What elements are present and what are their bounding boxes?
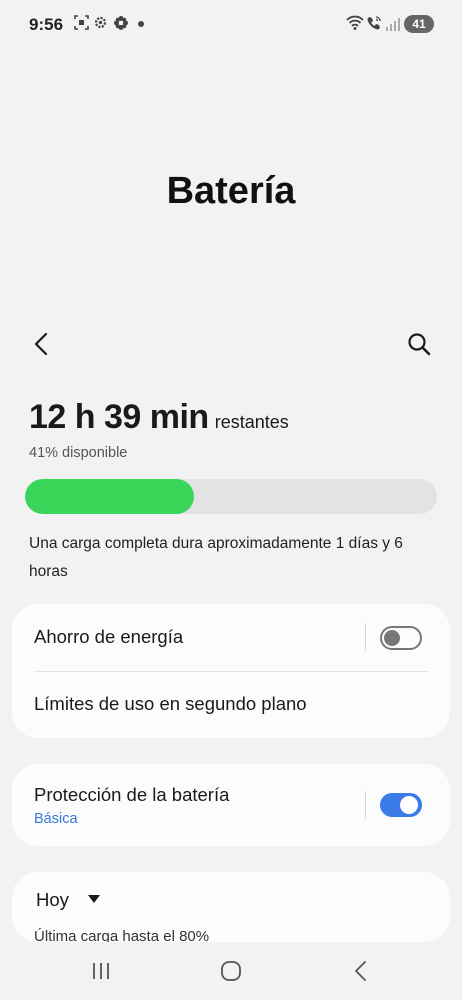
recents-button[interactable] bbox=[86, 958, 116, 984]
power-saving-label: Ahorro de energía bbox=[34, 626, 184, 647]
navigation-bar bbox=[0, 942, 462, 1000]
search-button[interactable] bbox=[405, 330, 433, 358]
power-saving-toggle[interactable] bbox=[380, 626, 422, 650]
chevron-left-icon bbox=[34, 332, 48, 356]
battery-protection-label: Protección de la batería bbox=[34, 784, 230, 805]
search-icon bbox=[408, 333, 431, 356]
flower-icon bbox=[113, 15, 129, 36]
status-time: 9:56 bbox=[29, 15, 64, 34]
home-button[interactable] bbox=[216, 958, 246, 984]
divider bbox=[365, 791, 366, 819]
usage-card: Hoy Última carga hasta el 80% bbox=[12, 872, 450, 942]
last-charge-text: Última carga hasta el 80% bbox=[34, 928, 210, 942]
battery-level-badge: 41 bbox=[404, 15, 434, 33]
time-remaining-value: 12 h 39 min bbox=[29, 398, 209, 436]
dot-icon bbox=[138, 21, 144, 27]
screenshot-icon bbox=[74, 15, 89, 35]
page-title: Batería bbox=[166, 170, 296, 212]
call-icon bbox=[366, 15, 382, 36]
battery-protection-value: Básica bbox=[34, 811, 78, 827]
battery-protection-toggle[interactable] bbox=[380, 793, 422, 817]
home-icon bbox=[221, 961, 241, 981]
time-remaining-label: restantes bbox=[214, 412, 289, 432]
power-saving-row[interactable]: Ahorro de energía bbox=[12, 604, 450, 671]
battery-available: 41% disponible bbox=[29, 445, 128, 461]
back-button[interactable] bbox=[28, 330, 56, 358]
battery-protection-card[interactable]: Protección de la batería Básica bbox=[12, 764, 450, 846]
full-charge-note: Una carga completa dura aproximadamente … bbox=[29, 535, 403, 580]
recents-icon bbox=[93, 963, 109, 979]
back-icon bbox=[355, 961, 366, 981]
background-limits-row[interactable]: Límites de uso en segundo plano bbox=[12, 672, 450, 738]
background-limits-label: Límites de uso en segundo plano bbox=[34, 693, 307, 714]
signal-icon bbox=[386, 16, 400, 37]
nav-back-button[interactable] bbox=[346, 958, 376, 984]
time-remaining: 12 h 39 min restantes bbox=[29, 398, 289, 437]
battery-level-fill bbox=[25, 479, 194, 514]
divider bbox=[365, 623, 366, 651]
status-bar: 9:56 41 bbox=[0, 0, 462, 50]
wifi-icon bbox=[346, 15, 364, 36]
battery-level-bar bbox=[25, 479, 437, 514]
gear-icon bbox=[93, 15, 108, 35]
battery-screen: 9:56 41 Batería 12 h 39 min restantes 41… bbox=[0, 0, 462, 1000]
power-settings-card: Ahorro de energía Límites de uso en segu… bbox=[12, 604, 450, 738]
